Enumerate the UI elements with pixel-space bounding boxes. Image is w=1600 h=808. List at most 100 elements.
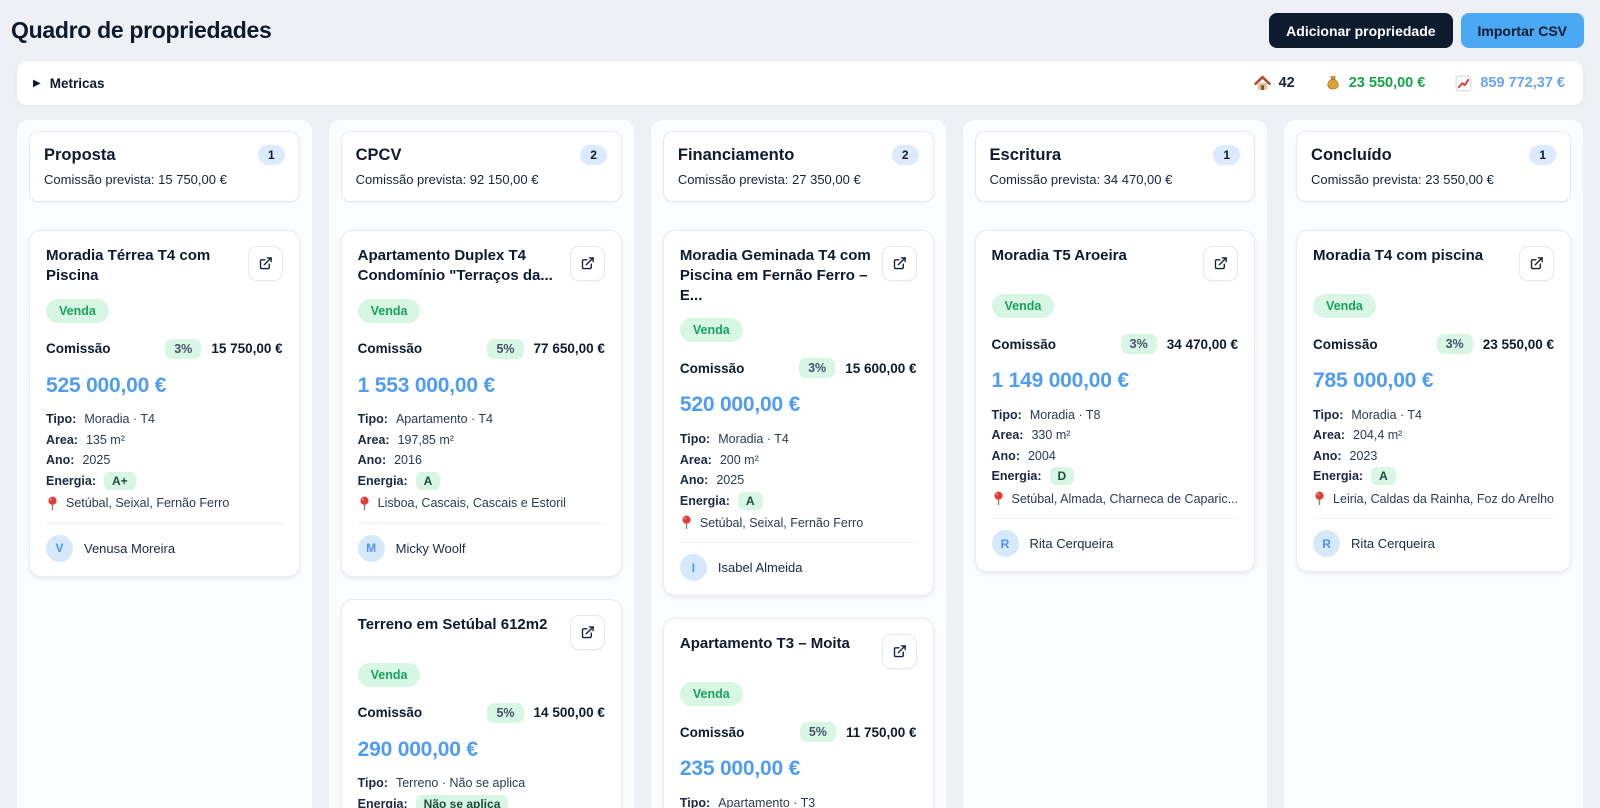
external-link-icon: [259, 257, 272, 270]
open-property-button[interactable]: [1203, 246, 1239, 281]
avatar: R: [1313, 530, 1341, 557]
detail-value: 197,85 m²: [397, 432, 454, 447]
commission-value: 14 500,00 €: [533, 705, 605, 721]
detail-label: Tipo:: [1313, 407, 1344, 422]
import-csv-button[interactable]: Importar CSV: [1460, 13, 1584, 48]
card-list: Moradia T5 Aroeira Venda Comissão 3% 34 …: [974, 230, 1256, 572]
chart-increasing-icon: [1455, 75, 1472, 91]
open-property-button[interactable]: [569, 614, 605, 650]
commission-label: Comissão: [357, 341, 423, 357]
column-forecast: Comissão prevista: 15 750,00 €: [44, 172, 227, 187]
page-title: Quadro de propriedades: [11, 17, 272, 43]
property-card[interactable]: Moradia Térrea T4 com Piscina Venda Comi…: [29, 230, 300, 577]
property-price: 1 553 000,00 €: [357, 373, 496, 397]
commission-value: 11 750,00 €: [845, 724, 917, 740]
energy-badge: D: [1049, 467, 1075, 486]
location-row: Setúbal, Almada, Charneca de Caparic...: [991, 491, 1239, 519]
energy-badge: A: [737, 491, 763, 510]
detail-row: Tipo: Terreno · Não se aplica: [358, 774, 605, 794]
commission-pct-badge: 5%: [487, 338, 524, 359]
detail-label: Ano:: [357, 453, 387, 468]
detail-label: Area:: [1313, 428, 1346, 443]
card-list: Apartamento Duplex T4 Condomínio "Terraç…: [340, 230, 622, 808]
commission-pct-badge: 5%: [799, 722, 836, 743]
detail-value: 2025: [82, 453, 111, 468]
column-forecast: Comissão prevista: 27 350,00 €: [677, 172, 861, 187]
property-card[interactable]: Moradia T5 Aroeira Venda Comissão 3% 34 …: [974, 230, 1256, 572]
agent-name: Isabel Almeida: [717, 560, 803, 576]
status-badge: Venda: [679, 318, 743, 343]
commission-value: 15 600,00 €: [845, 360, 917, 376]
add-property-button[interactable]: Adicionar propriedade: [1269, 13, 1453, 48]
agent-name: Rita Cerqueira: [1029, 536, 1114, 551]
detail-row: Energia: A: [1313, 467, 1554, 487]
metrics-toggle[interactable]: ▶ Metricas: [33, 76, 104, 91]
status-badge: Venda: [357, 662, 421, 687]
detail-value: 2025: [716, 473, 745, 488]
metrics-summary: 42 23 550,00 € 859 772,37 €: [1253, 74, 1565, 92]
location-row: Setúbal, Seixal, Fernão Ferro: [46, 496, 283, 524]
header-actions: Adicionar propriedade Importar CSV: [1269, 13, 1584, 48]
property-card[interactable]: Apartamento Duplex T4 Condomínio "Terraç…: [340, 230, 622, 577]
agent-name: Micky Woolf: [395, 540, 466, 556]
detail-label: Tipo:: [357, 776, 388, 791]
card-title: Moradia T4 com piscina: [1313, 247, 1484, 264]
card-title: Moradia Geminada T4 com Piscina em Fernã…: [679, 247, 871, 304]
open-property-button[interactable]: [881, 246, 917, 281]
detail-label: Ano:: [46, 453, 75, 468]
open-property-button[interactable]: [1519, 246, 1555, 281]
location-row: Lisboa, Cascais, Cascais e Estoril: [357, 496, 605, 524]
location-row: Setúbal, Seixal, Fernão Ferro: [679, 515, 917, 544]
house-icon: [1253, 74, 1271, 90]
open-property-button[interactable]: [569, 246, 605, 281]
commission-row: Comissão 5% 77 650,00 €: [357, 338, 605, 359]
commission-value: 34 470,00 €: [1166, 336, 1239, 352]
detail-row: Area: 200 m²: [680, 450, 917, 470]
property-card[interactable]: Apartamento T3 – Moita Venda Comissão 5%…: [662, 618, 934, 808]
detail-value: Moradia · T4: [718, 432, 789, 447]
location-text: Setúbal, Almada, Charneca de Caparic...: [1011, 491, 1239, 506]
detail-label: Energia:: [46, 473, 97, 488]
energy-badge: Não se aplica: [415, 794, 509, 808]
pin-icon: [993, 491, 1003, 505]
column-header: Financiamento 2 Comissão prevista: 27 35…: [662, 131, 934, 202]
metric-pipeline-total: 859 772,37 €: [1455, 75, 1565, 92]
detail-label: Tipo:: [679, 796, 711, 808]
detail-row: Tipo: Moradia · T4: [680, 429, 917, 449]
open-property-button[interactable]: [247, 246, 283, 281]
property-price: 1 149 000,00 €: [991, 369, 1130, 392]
location-text: Leiria, Caldas da Rainha, Foz do Arelho: [1333, 491, 1555, 506]
detail-row: Ano: 2023: [1313, 446, 1554, 466]
kanban-column: Escritura 1 Comissão prevista: 34 470,00…: [961, 119, 1269, 808]
open-property-button[interactable]: [881, 634, 917, 670]
detail-label: Tipo:: [991, 407, 1022, 422]
commission-label: Comissão: [357, 705, 423, 721]
location-text: Setúbal, Seixal, Fernão Ferro: [66, 496, 230, 511]
detail-label: Ano:: [1313, 448, 1342, 463]
metric-properties: 42: [1253, 74, 1295, 92]
external-link-icon: [893, 257, 906, 270]
card-details: Tipo: Moradia · T4 Area: 200 m² Ano: 2025 Ener…: [680, 429, 917, 510]
detail-value: Moradia · T4: [1351, 407, 1423, 422]
property-card[interactable]: Moradia Geminada T4 com Piscina em Fernã…: [662, 230, 934, 597]
agent-name: Venusa Moreira: [84, 540, 176, 556]
avatar: M: [357, 534, 385, 562]
card-title: Apartamento T3 – Moita: [679, 635, 850, 653]
property-card[interactable]: Moradia T4 com piscina Venda Comissão 3%…: [1296, 230, 1572, 572]
column-count-badge: 1: [1213, 145, 1241, 165]
detail-value: Apartamento · T4: [395, 412, 494, 427]
metrics-label: Metricas: [49, 75, 105, 91]
detail-label: Tipo:: [679, 432, 711, 447]
metric-value: 859 772,37 €: [1480, 75, 1565, 91]
card-details: Tipo:Apartamento · T3Area:94,93 m²Ano:19…: [680, 793, 917, 808]
pin-icon: [1315, 491, 1324, 505]
commission-label: Comissão: [679, 724, 745, 740]
detail-value: 204,4 m²: [1353, 428, 1403, 443]
property-card[interactable]: Terreno em Setúbal 612m2 Venda Comissão …: [340, 598, 622, 808]
detail-value: 135 m²: [85, 432, 125, 447]
property-price: 235 000,00 €: [679, 757, 801, 781]
energy-badge: A: [1371, 467, 1396, 486]
avatar: V: [46, 534, 73, 562]
metrics-bar: ▶ Metricas 42 23 550,00 € 859 772,37 €: [16, 60, 1584, 106]
detail-label: Area:: [679, 452, 712, 467]
